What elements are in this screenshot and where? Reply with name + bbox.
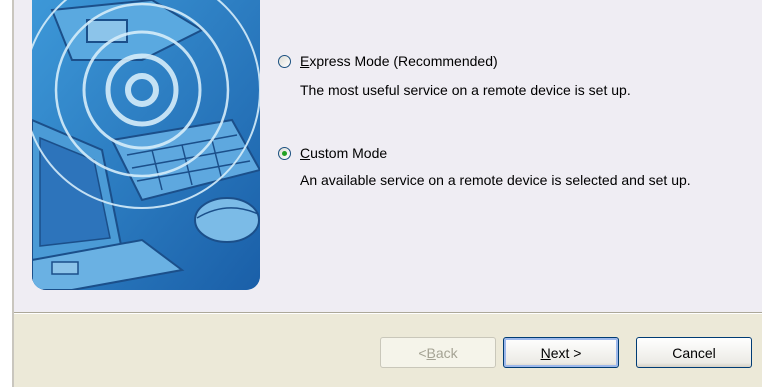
- express-mode-radio[interactable]: [278, 55, 291, 68]
- window-left-edge: [0, 0, 12, 387]
- mode-options: Express Mode (Recommended) The most usef…: [262, 0, 762, 312]
- back-button[interactable]: < Back: [380, 337, 496, 368]
- wizard-content-panel: Express Mode (Recommended) The most usef…: [14, 0, 762, 312]
- wizard-illustration: [32, 0, 260, 290]
- back-arrow: <: [418, 344, 427, 361]
- footer-separator-highlight: [14, 313, 762, 314]
- devices-illustration-icon: [32, 0, 260, 290]
- express-mode-description: The most useful service on a remote devi…: [300, 82, 631, 98]
- cancel-button[interactable]: Cancel: [636, 337, 752, 368]
- next-mnemonic: N: [540, 344, 551, 361]
- custom-mode-description: An available service on a remote device …: [300, 172, 691, 188]
- wizard-dialog: Express Mode (Recommended) The most usef…: [14, 0, 762, 387]
- custom-mode-label[interactable]: Custom Mode: [300, 145, 387, 161]
- next-button[interactable]: Next >: [503, 337, 619, 368]
- back-label: ack: [435, 344, 458, 361]
- custom-mode-radio[interactable]: [278, 147, 291, 160]
- next-label: ext >: [550, 344, 582, 361]
- back-mnemonic: B: [426, 344, 436, 361]
- express-mode-label[interactable]: Express Mode (Recommended): [300, 53, 498, 69]
